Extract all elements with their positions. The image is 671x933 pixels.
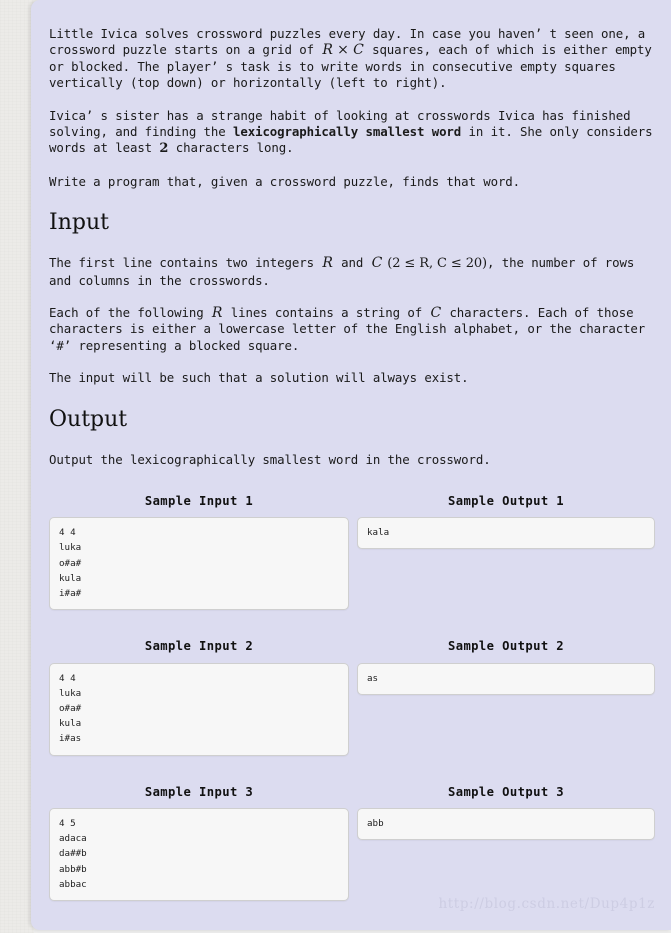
input-paragraph-1: The first line contains two integers R a… (49, 255, 655, 289)
input-p2-text-2: lines contains a string of (223, 305, 430, 321)
sample-output-box-2: as (357, 662, 655, 695)
sample-input-column-3: Sample Input 3 4 5 adaca da##b abb#b abb… (49, 785, 349, 910)
problem-paragraph-3: Write a program that, given a crossword … (49, 173, 521, 189)
problem-paragraph-1: Little Ivica solves crossword puzzles ev… (49, 26, 655, 92)
input-section-heading: Input (49, 210, 109, 236)
emphasis-lexicographically-smallest-word: lexicographically smallest word (233, 124, 462, 140)
output-section-heading: Output (49, 406, 128, 432)
samples-container: Sample Input 1 4 4 luka o#a# kula i#a# S… (49, 494, 655, 910)
sample-output-column-2: Sample Output 2 as (357, 639, 655, 704)
sample-output-title-1: Sample Output 1 (447, 494, 565, 509)
sample-output-title-3: Sample Output 3 (447, 784, 565, 799)
sample-output-box-1: kala (357, 517, 655, 550)
sample-row-2: Sample Input 2 4 4 luka o#a# kula i#as S… (49, 639, 655, 764)
input-paragraph-2: Each of the following R lines contains a… (49, 305, 655, 354)
paragraph2-text-3: characters long. (168, 140, 294, 156)
math-var-r-lines: R (211, 305, 223, 322)
math-var-r: R (322, 255, 333, 272)
sample-input-box-2: 4 4 luka o#a# kula i#as (49, 662, 349, 756)
input-p1-text-1: The first line contains two integers (49, 255, 322, 271)
input-p1-text-2: and (333, 255, 371, 271)
input-paragraph-3: The input will be such that a solution w… (49, 370, 469, 386)
output-paragraph-1: Output the lexicographically smallest wo… (49, 451, 491, 467)
sample-input-column-2: Sample Input 2 4 4 luka o#a# kula i#as (49, 639, 349, 764)
sample-input-title-1: Sample Input 1 (144, 494, 254, 509)
sample-output-title-2: Sample Output 2 (447, 639, 565, 654)
sample-input-box-1: 4 4 luka o#a# kula i#a# (49, 517, 349, 611)
sample-input-column-1: Sample Input 1 4 4 luka o#a# kula i#a# (49, 494, 349, 619)
sample-input-title-2: Sample Input 2 (144, 639, 254, 654)
sample-input-box-3: 4 5 adaca da##b abb#b abbac (49, 808, 349, 902)
math-var-c-chars: C (430, 305, 442, 322)
math-constraint-range: (2 ≤ R, C ≤ 20) (383, 256, 488, 272)
sample-output-column-3: Sample Output 3 abb (357, 785, 655, 850)
sample-row-3: Sample Input 3 4 5 adaca da##b abb#b abb… (49, 785, 655, 910)
page-gutter (0, 0, 34, 933)
sample-output-column-1: Sample Output 1 kala (357, 494, 655, 559)
problem-paragraph-2: Ivica’ s sister has a strange habit of l… (49, 108, 655, 158)
sample-input-title-3: Sample Input 3 (144, 784, 254, 799)
input-p2-text-1: Each of the following (49, 305, 211, 321)
sample-output-box-3: abb (357, 808, 655, 841)
problem-statement-page: Little Ivica solves crossword puzzles ev… (31, 0, 671, 931)
watermark-text: http://blog.csdn.net/Dup4p1z (438, 896, 655, 913)
math-r-times-c: R × C (322, 42, 364, 59)
sample-row-1: Sample Input 1 4 4 luka o#a# kula i#a# S… (49, 494, 655, 619)
math-var-c: C (371, 255, 383, 272)
